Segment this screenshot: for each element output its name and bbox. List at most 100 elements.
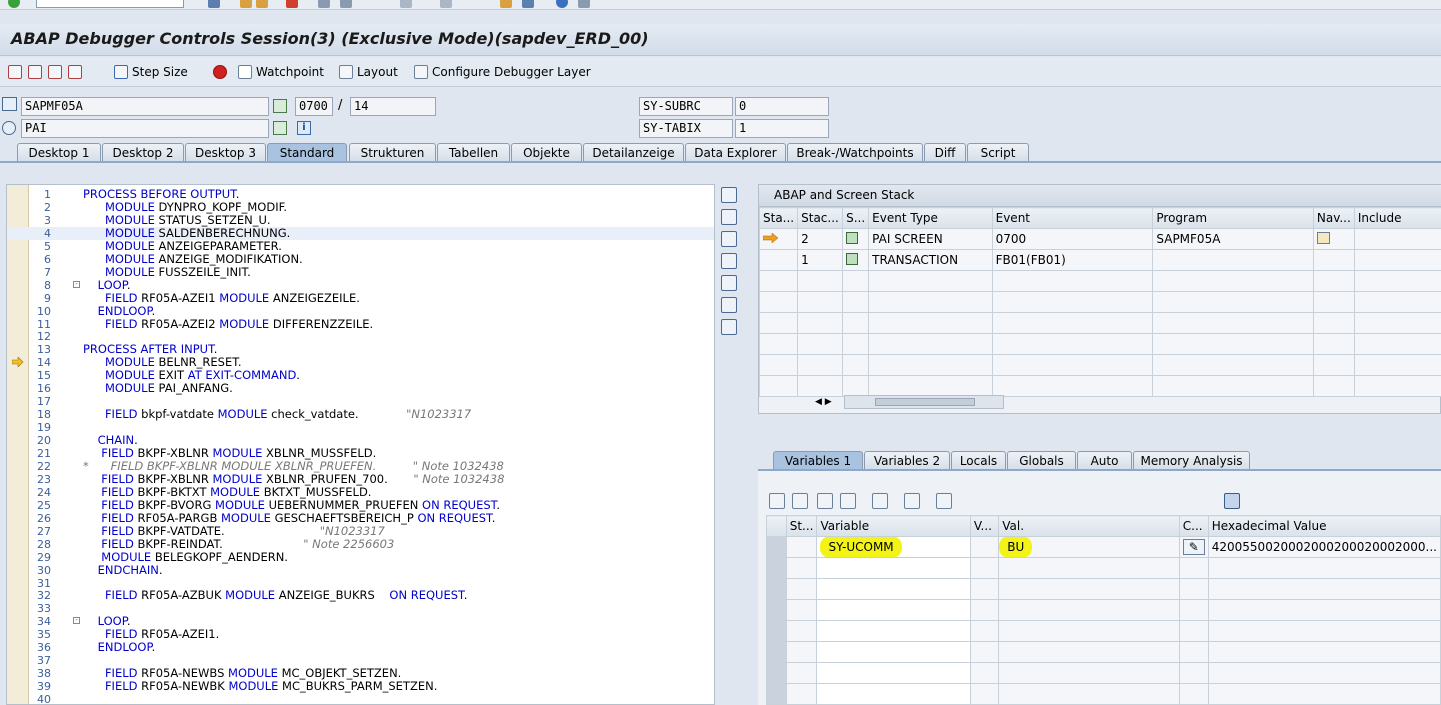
- col-event-type[interactable]: Event Type: [868, 207, 993, 229]
- full-screen-icon[interactable]: [721, 253, 737, 269]
- sy-tabix-value[interactable]: 1: [735, 119, 829, 138]
- save-icon[interactable]: [1224, 493, 1240, 509]
- copy-icon[interactable]: [817, 493, 833, 509]
- new-tool-icon[interactable]: [721, 209, 737, 225]
- info-icon[interactable]: i: [297, 121, 311, 135]
- watchpoint-button[interactable]: Watchpoint: [238, 63, 324, 81]
- line-field[interactable]: 14: [350, 97, 436, 116]
- col-event[interactable]: Event: [991, 207, 1154, 229]
- configure-debugger-layer-button[interactable]: Configure Debugger Layer: [414, 63, 591, 81]
- services-icon[interactable]: [721, 297, 737, 313]
- tab-desktop-2[interactable]: Desktop 2: [102, 143, 184, 162]
- find-icon[interactable]: [340, 0, 352, 8]
- col-st[interactable]: St...: [785, 515, 818, 537]
- sy-subrc-value[interactable]: 0: [735, 97, 829, 116]
- col-include[interactable]: Include: [1353, 207, 1441, 229]
- col-c[interactable]: C...: [1178, 515, 1209, 537]
- tab-memory-analysis[interactable]: Memory Analysis: [1133, 451, 1250, 470]
- value-cell[interactable]: BU: [998, 536, 1180, 558]
- source-code-pane[interactable]: 1 PROCESS BEFORE OUTPUT. 2 MODULE DYNPRO_K…: [6, 184, 715, 705]
- nav-cell[interactable]: [1312, 228, 1355, 250]
- change-cell[interactable]: ✎: [1178, 536, 1209, 558]
- col-s[interactable]: S...: [842, 207, 870, 229]
- screen-icon[interactable]: [273, 99, 287, 113]
- layout-button[interactable]: Layout: [339, 63, 398, 81]
- execute-icon[interactable]: [28, 65, 42, 79]
- tab-objekte[interactable]: Objekte: [511, 143, 582, 162]
- col-status[interactable]: Sta...: [758, 207, 799, 229]
- module-field[interactable]: PAI: [21, 119, 269, 138]
- filter-icon[interactable]: [936, 493, 952, 509]
- tab-variables-1[interactable]: Variables 1: [773, 451, 863, 470]
- row-selector[interactable]: [766, 536, 787, 558]
- variable-empty-row[interactable]: [766, 599, 1441, 621]
- tab-break-watchpoints[interactable]: Break-/Watchpoints: [787, 143, 923, 162]
- tab-globals[interactable]: Globals: [1007, 451, 1076, 470]
- swap-icon[interactable]: [721, 275, 737, 291]
- command-field[interactable]: [36, 0, 184, 8]
- edit-pencil-icon[interactable]: ✎: [1182, 539, 1205, 555]
- program-field[interactable]: SAPMF05A: [21, 97, 269, 116]
- save-icon[interactable]: [208, 0, 220, 8]
- tab-standard[interactable]: Standard: [267, 143, 347, 162]
- next-page-icon[interactable]: [440, 0, 452, 8]
- tab-strukturen[interactable]: Strukturen: [349, 143, 436, 162]
- tab-script[interactable]: Script: [967, 143, 1029, 162]
- remove-icon[interactable]: [840, 493, 856, 509]
- shortcut-icon[interactable]: [522, 0, 534, 8]
- scroll-thumb[interactable]: [875, 398, 975, 406]
- variable-empty-row[interactable]: [766, 662, 1441, 684]
- col-v[interactable]: V...: [969, 515, 1000, 537]
- tab-desktop-3[interactable]: Desktop 3: [185, 143, 266, 162]
- navigate-icon[interactable]: [1316, 231, 1330, 244]
- col-value[interactable]: Val.: [998, 515, 1180, 537]
- print-icon[interactable]: [318, 0, 330, 8]
- replace-tool-icon[interactable]: [721, 231, 737, 247]
- fold-toggle[interactable]: -: [73, 280, 80, 288]
- tab-locals[interactable]: Locals: [951, 451, 1006, 470]
- col-program[interactable]: Program: [1152, 207, 1314, 229]
- variable-cell[interactable]: SY-UCOMM: [816, 536, 971, 558]
- fold-toggle[interactable]: -: [73, 617, 80, 625]
- layout-menu-icon[interactable]: [578, 0, 590, 8]
- enter-icon[interactable]: [8, 0, 20, 8]
- tab-variables-2[interactable]: Variables 2: [864, 451, 950, 470]
- tab-data-explorer[interactable]: Data Explorer: [685, 143, 786, 162]
- back-icon[interactable]: [240, 0, 252, 8]
- continue-icon[interactable]: [68, 65, 82, 79]
- return-icon[interactable]: [48, 65, 62, 79]
- stack-row[interactable]: 1 TRANSACTION FB01(FB01): [758, 249, 1441, 271]
- close-tool-icon[interactable]: [721, 187, 737, 203]
- variable-empty-row[interactable]: [766, 620, 1441, 642]
- variable-empty-row[interactable]: [766, 683, 1441, 705]
- stack-horizontal-scrollbar[interactable]: ◀ ▶: [815, 395, 1004, 409]
- tab-tabellen[interactable]: Tabellen: [437, 143, 510, 162]
- tab-desktop-1[interactable]: Desktop 1: [17, 143, 101, 162]
- stack-row[interactable]: 2 PAI SCREEN 0700 SAPMF05A: [758, 228, 1441, 250]
- col-nav[interactable]: Nav...: [1312, 207, 1355, 229]
- exit-icon[interactable]: [256, 0, 268, 8]
- transfer-icon[interactable]: [904, 493, 920, 509]
- variable-empty-row[interactable]: [766, 557, 1441, 579]
- help-icon[interactable]: [556, 0, 568, 8]
- cancel-icon[interactable]: [286, 0, 298, 8]
- tab-diff[interactable]: Diff: [924, 143, 966, 162]
- sort-icon[interactable]: [872, 493, 888, 509]
- step-size-button[interactable]: Step Size: [114, 63, 188, 81]
- insert-icon[interactable]: [792, 493, 808, 509]
- single-step-icon[interactable]: [8, 65, 22, 79]
- tab-auto[interactable]: Auto: [1077, 451, 1132, 470]
- navigate-icon[interactable]: [273, 121, 287, 135]
- delete-icon[interactable]: [769, 493, 785, 509]
- variable-empty-row[interactable]: [766, 578, 1441, 600]
- tab-detailanzeige[interactable]: Detailanzeige: [583, 143, 684, 162]
- new-session-icon[interactable]: [500, 0, 512, 8]
- col-stack-level[interactable]: Stac...: [797, 207, 844, 229]
- screen-field[interactable]: 0700: [295, 97, 333, 116]
- first-page-icon[interactable]: [400, 0, 412, 8]
- stop-button[interactable]: [213, 63, 227, 81]
- settings-icon[interactable]: [721, 319, 737, 335]
- variable-row[interactable]: SY-UCOMM BU ✎ 42005500200020002000200020…: [766, 536, 1441, 558]
- col-hex[interactable]: Hexadecimal Value: [1207, 515, 1441, 537]
- col-variable[interactable]: Variable: [816, 515, 971, 537]
